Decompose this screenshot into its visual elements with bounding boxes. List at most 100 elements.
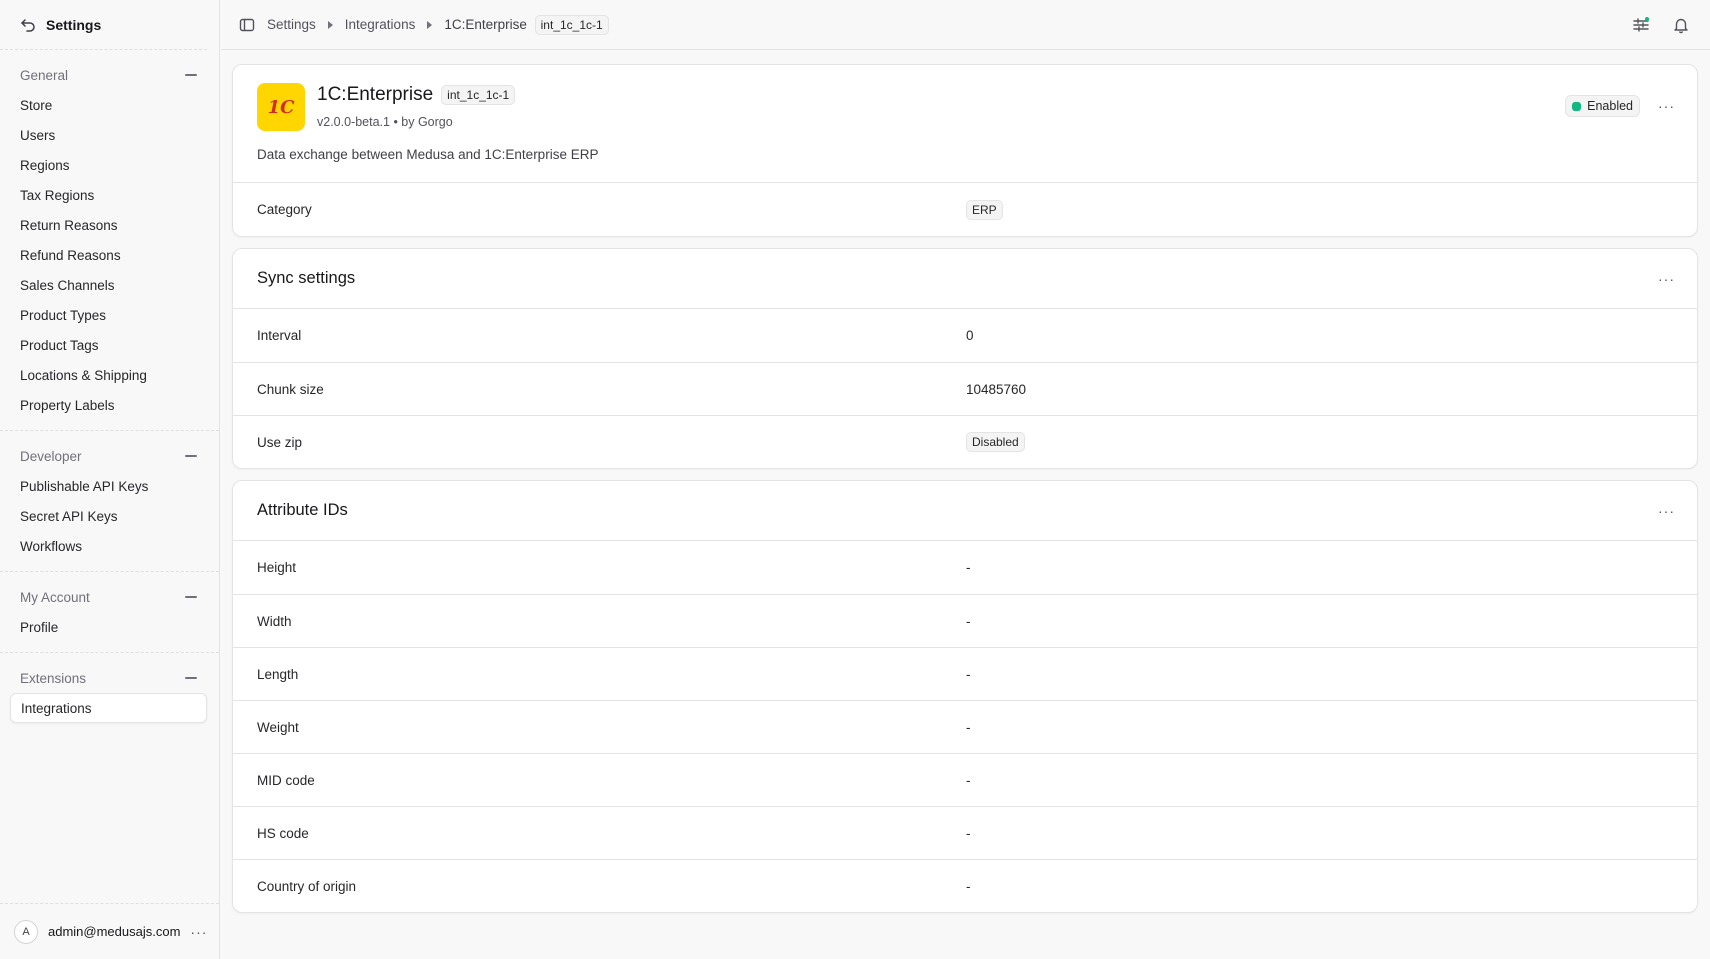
sidebar-item-product-types[interactable]: Product Types [10,300,207,330]
main-content: 1С 1C:Enterprise int_1c_1c-1 v2.0.0-beta… [232,64,1698,924]
sidebar-item-product-tags[interactable]: Product Tags [10,330,207,360]
table-row: Interval 0 [233,309,1697,362]
table-row: Use zip Disabled [233,415,1697,468]
row-label: Chunk size [257,381,324,397]
integration-card: 1С 1C:Enterprise int_1c_1c-1 v2.0.0-beta… [232,64,1698,237]
row-label: Interval [257,328,302,343]
chevron-right-icon [327,20,333,29]
sidebar-item-return-reasons[interactable]: Return Reasons [10,210,207,240]
table-row: Width - [233,594,1697,647]
status-badge: Disabled [966,432,1025,452]
row-label: MID code [257,772,315,788]
collapse-icon[interactable] [185,74,197,76]
category-row: Category ERP [233,183,1697,236]
sidebar-item-property-labels[interactable]: Property Labels [10,390,207,420]
row-label: Width [257,613,292,629]
sidebar-section-my-account: My Account Profile [0,572,219,653]
table-row: Country of origin - [233,859,1697,912]
more-icon[interactable]: ··· [190,924,207,940]
integration-title: 1C:Enterprise int_1c_1c-1 [317,84,516,106]
section-title: Attribute IDs [257,501,348,519]
back-arrow-icon[interactable] [20,17,36,33]
more-actions-icon[interactable]: ··· [1658,503,1675,519]
user-menu[interactable]: A admin@medusajs.com ··· [0,903,219,959]
row-label: Use zip [257,434,303,450]
row-label: Height [257,560,297,575]
collapse-icon[interactable] [185,677,197,679]
breadcrumb-integrations[interactable]: Integrations [345,17,416,32]
breadcrumb: Settings Integrations 1C:Enterprise int_… [267,14,609,35]
table-row: Height - [233,541,1697,594]
table-row: Weight - [233,700,1697,753]
section-heading[interactable]: General [10,60,207,90]
sidebar-item-locations-shipping[interactable]: Locations & Shipping [10,360,207,390]
integration-header: 1С 1C:Enterprise int_1c_1c-1 v2.0.0-beta… [233,65,1697,183]
sidebar-item-profile[interactable]: Profile [10,612,207,642]
table-row: HS code - [233,806,1697,859]
row-value: - [966,719,971,735]
section-heading[interactable]: Extensions [10,663,207,693]
collapse-icon[interactable] [185,596,197,598]
sidebar-item-integrations[interactable]: Integrations [10,693,207,723]
sidebar-section-extensions: Extensions Integrations [0,653,219,733]
sidebar-item-regions[interactable]: Regions [10,150,207,180]
sync-settings-card: Sync settings ··· Interval 0 Chunk size … [232,248,1698,469]
sidebar-item-store[interactable]: Store [10,90,207,120]
section-heading[interactable]: My Account [10,582,207,612]
avatar: A [14,919,38,944]
sidebar-header[interactable]: Settings [0,0,207,50]
collapse-icon[interactable] [185,455,197,457]
table-row: Length - [233,647,1697,700]
row-value: - [966,878,971,894]
section-heading[interactable]: Developer [10,441,207,471]
row-value: - [966,825,971,841]
sidebar-title: Settings [46,16,102,33]
topbar: Settings Integrations 1C:Enterprise int_… [221,0,1710,50]
more-actions-icon[interactable]: ··· [1658,98,1675,114]
table-row: MID code - [233,753,1697,806]
breadcrumb-current: 1C:Enterprise int_1c_1c-1 [444,14,609,35]
more-actions-icon[interactable]: ··· [1658,271,1675,287]
sidebar-item-publishable-api-keys[interactable]: Publishable API Keys [10,471,207,501]
integration-description: Data exchange between Medusa and 1C:Ente… [257,147,599,162]
row-value: - [966,772,971,788]
sidebar: Settings General Store Users Regions Tax… [0,0,220,959]
section-header: Sync settings ··· [233,249,1697,309]
row-value: - [966,560,971,575]
sidebar-item-secret-api-keys[interactable]: Secret API Keys [10,501,207,531]
row-value: - [966,613,971,629]
row-label: Country of origin [257,878,357,894]
integration-logo: 1С [257,83,305,131]
chevron-right-icon [427,20,433,29]
row-label: HS code [257,825,309,841]
sidebar-item-tax-regions[interactable]: Tax Regions [10,180,207,210]
row-label: Weight [257,719,299,735]
sidebar-item-users[interactable]: Users [10,120,207,150]
breadcrumb-id-tag: int_1c_1c-1 [534,14,609,35]
table-row: Chunk size 10485760 [233,362,1697,415]
sidebar-item-sales-channels[interactable]: Sales Channels [10,270,207,300]
attribute-ids-card: Attribute IDs ··· Height - Width - Lengt… [232,480,1698,913]
section-header: Attribute IDs ··· [233,481,1697,541]
row-label: Length [257,666,299,682]
sidebar-toggle-icon[interactable] [239,17,255,33]
section-title: Sync settings [257,269,356,287]
row-value: - [966,666,971,682]
sidebar-section-developer: Developer Publishable API Keys Secret AP… [0,431,219,572]
sliders-icon[interactable] [1632,16,1650,34]
category-badge: ERP [966,199,1003,220]
status-dot-icon [1572,101,1582,111]
sidebar-section-general: General Store Users Regions Tax Regions … [0,50,219,431]
row-value: 10485760 [966,381,1027,397]
topbar-actions [1632,0,1690,50]
row-label: Category [257,202,312,217]
sidebar-item-refund-reasons[interactable]: Refund Reasons [10,240,207,270]
integration-actions: Enabled ··· [1565,95,1675,117]
integration-name: 1C:Enterprise [317,84,434,105]
breadcrumb-settings[interactable]: Settings [267,17,316,32]
sidebar-item-workflows[interactable]: Workflows [10,531,207,561]
bell-icon[interactable] [1672,16,1690,34]
row-value: 0 [966,328,974,343]
integration-version: v2.0.0-beta.1 • by Gorgo [317,115,453,129]
status-badge: Enabled [1565,95,1640,117]
